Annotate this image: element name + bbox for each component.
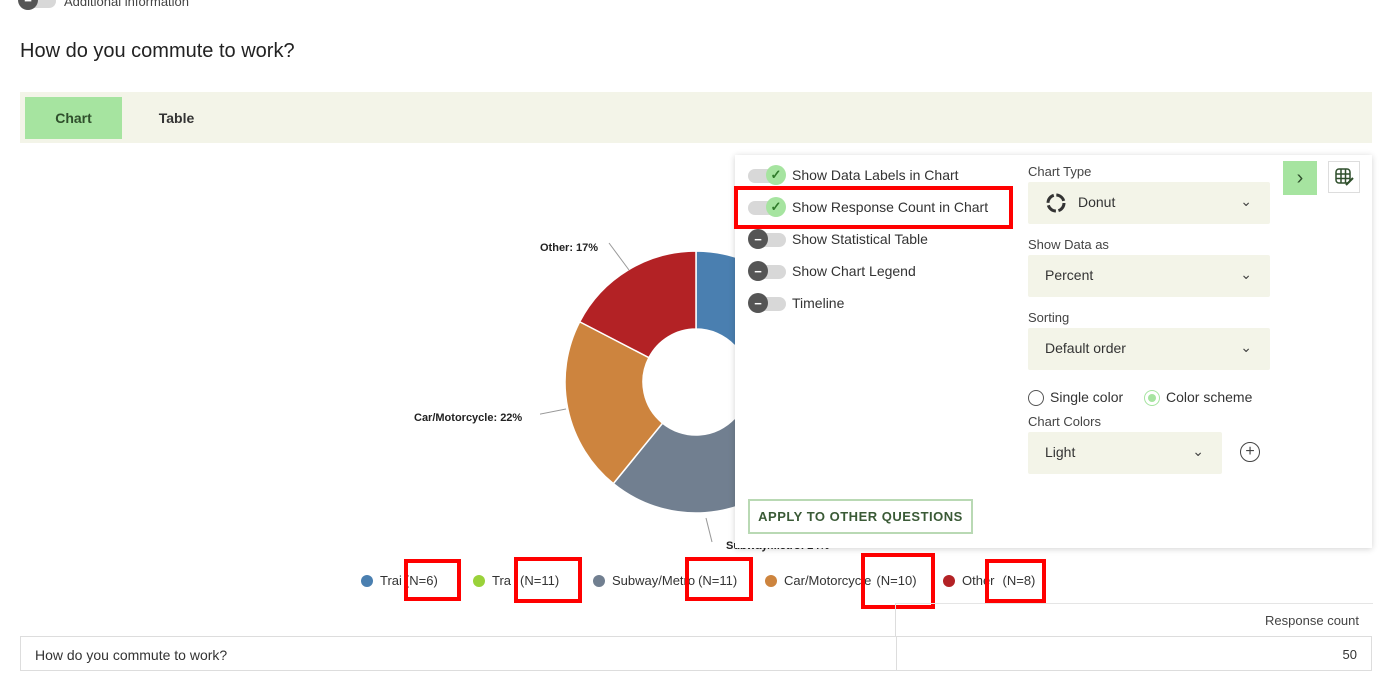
radio-label: Color scheme — [1166, 389, 1253, 405]
donut-icon — [1046, 193, 1066, 213]
data-label-other: Other: 17% — [540, 242, 599, 254]
toggle-label: Show Chart Legend — [792, 263, 916, 279]
highlight-box — [861, 553, 935, 609]
chevron-down-icon: ⌄ — [1240, 266, 1252, 282]
table-column-header: Response count — [1265, 613, 1359, 628]
chart-type-value: Donut — [1078, 194, 1116, 210]
chart-type-label: Chart Type — [1028, 164, 1092, 179]
show-data-as-select[interactable]: Percent ⌄ — [1028, 255, 1270, 297]
toggle-off-icon: − — [18, 0, 38, 10]
chevron-right-icon[interactable]: › — [1283, 161, 1317, 195]
sorting-select[interactable]: Default order ⌄ — [1028, 328, 1270, 370]
legend-dot-icon — [943, 574, 955, 587]
toggle-off-icon: − — [748, 261, 768, 281]
data-label-car: Car/Motorcycle: 22% — [414, 412, 523, 424]
highlight-box — [404, 559, 461, 601]
add-color-icon[interactable]: + — [1240, 442, 1260, 462]
highlight-box — [514, 557, 582, 603]
toggle-off-icon: − — [748, 293, 768, 313]
toggle-timeline[interactable]: − — [748, 293, 786, 313]
tab-table[interactable]: Table — [130, 97, 223, 139]
legend-label: Car/Motorcycle — [784, 573, 872, 588]
table-row-label: How do you commute to work? — [35, 647, 228, 663]
show-data-as-value: Percent — [1045, 267, 1094, 283]
table-header-cell: Response count — [895, 603, 1373, 637]
leader-line — [608, 242, 630, 271]
sorting-label: Sorting — [1028, 310, 1070, 325]
legend-label: Trai — [380, 573, 402, 588]
additional-info-toggle[interactable]: − — [18, 0, 56, 10]
legend-label: Subway/Metro — [612, 573, 696, 588]
chart-colors-label: Chart Colors — [1028, 414, 1101, 429]
legend-dot-icon — [765, 574, 777, 587]
chevron-down-icon: ⌄ — [1240, 193, 1252, 209]
legend-dot-icon — [593, 574, 605, 587]
highlight-box — [685, 557, 753, 601]
edit-table-icon[interactable] — [1328, 161, 1360, 193]
chart-type-select[interactable]: Donut ⌄ — [1028, 182, 1270, 224]
radio-color-scheme[interactable] — [1144, 390, 1160, 406]
check-icon: ✓ — [766, 165, 786, 185]
additional-info-label: Additional information — [64, 0, 190, 9]
toggle-off-icon: − — [748, 229, 768, 249]
legend-dot-icon — [361, 574, 373, 587]
highlight-box — [985, 559, 1046, 603]
radio-label: Single color — [1050, 389, 1124, 405]
show-data-as-label: Show Data as — [1028, 237, 1109, 252]
toggle-label: Timeline — [792, 295, 845, 311]
tab-chart[interactable]: Chart — [25, 97, 122, 139]
sorting-value: Default order — [1045, 340, 1126, 356]
toggle-data-labels[interactable]: ✓ — [748, 165, 786, 185]
leader-line — [540, 408, 567, 415]
apply-to-other-questions-button[interactable]: APPLY TO OTHER QUESTIONS — [748, 499, 973, 534]
chevron-down-icon: ⌄ — [1240, 339, 1252, 355]
toggle-label: Show Statistical Table — [792, 231, 928, 247]
table-row: How do you commute to work? 50 — [20, 636, 1372, 671]
highlight-box — [734, 186, 1013, 229]
chart-colors-value: Light — [1045, 444, 1076, 460]
divider — [896, 637, 897, 670]
legend-dot-icon — [473, 574, 485, 587]
question-title: How do you commute to work? — [20, 40, 295, 62]
radio-single-color[interactable] — [1028, 390, 1044, 406]
toggle-label: Show Data Labels in Chart — [792, 167, 959, 183]
legend-label: Tra — [492, 573, 512, 588]
chevron-down-icon: ⌄ — [1192, 443, 1204, 459]
table-row-value: 50 — [1342, 647, 1357, 662]
chart-colors-select[interactable]: Light ⌄ — [1028, 432, 1222, 474]
toggle-statistical-table[interactable]: − — [748, 229, 786, 249]
toggle-chart-legend[interactable]: − — [748, 261, 786, 281]
leader-line — [705, 517, 713, 543]
